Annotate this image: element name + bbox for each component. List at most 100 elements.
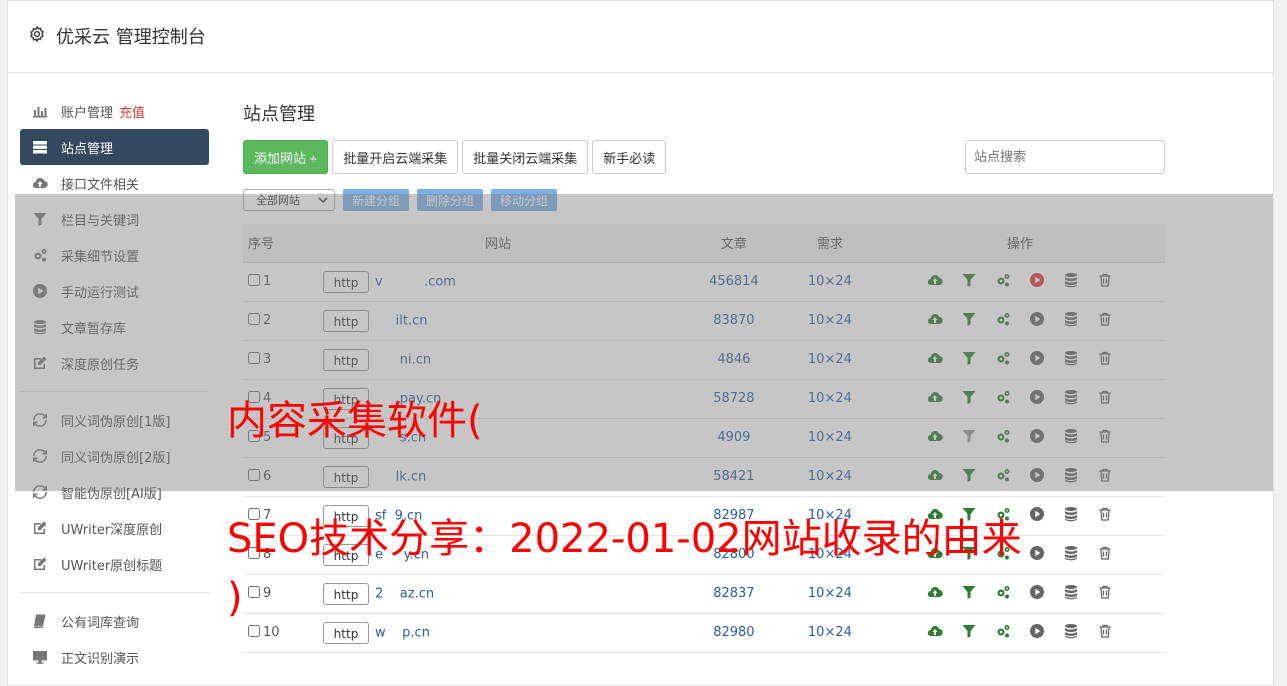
protocol-badge[interactable]: http xyxy=(323,270,369,293)
trash-icon[interactable] xyxy=(1097,350,1113,370)
row-checkbox[interactable] xyxy=(248,313,260,325)
row-checkbox[interactable] xyxy=(248,352,260,364)
cloud-upload-icon[interactable] xyxy=(927,428,943,448)
row-checkbox[interactable] xyxy=(248,469,260,481)
filter-icon[interactable] xyxy=(961,584,977,604)
database-icon[interactable] xyxy=(1063,467,1079,487)
row-checkbox[interactable] xyxy=(248,274,260,286)
trash-icon[interactable] xyxy=(1097,389,1113,409)
protocol-badge[interactable]: http xyxy=(323,309,369,332)
play-circle-icon[interactable] xyxy=(1029,506,1045,526)
cloud-upload-icon[interactable] xyxy=(927,584,943,604)
articles-count-link[interactable]: 4909 xyxy=(717,430,750,445)
demand-link[interactable]: 10×24 xyxy=(808,391,852,406)
batch-open-cloud-button[interactable]: 批量开启云端采集 xyxy=(332,140,459,174)
sidebar-item-a-6[interactable]: 文章暂存库 xyxy=(20,309,209,345)
sidebar-item-a-5[interactable]: 手动运行测试 xyxy=(20,273,209,309)
sidebar-item-b-2[interactable]: 智能伪原创[AI版] xyxy=(20,474,209,510)
database-icon[interactable] xyxy=(1063,584,1079,604)
delete-group-button[interactable]: 删除分组 xyxy=(417,189,484,211)
sidebar-item-b-4[interactable]: UWriter原创标题 xyxy=(20,546,209,582)
gears-icon[interactable] xyxy=(995,428,1011,448)
gears-icon[interactable] xyxy=(995,467,1011,487)
sidebar-item-c-0[interactable]: 公有词库查询 xyxy=(20,603,209,639)
filter-icon[interactable] xyxy=(961,428,977,448)
database-icon[interactable] xyxy=(1063,311,1079,331)
protocol-badge[interactable]: http xyxy=(323,348,369,371)
sidebar-item-b-1[interactable]: 同义词伪原创[2版] xyxy=(20,438,209,474)
trash-icon[interactable] xyxy=(1097,506,1113,526)
sidebar-item-a-0[interactable]: 账户管理 充值 xyxy=(20,93,209,129)
cloud-upload-icon[interactable] xyxy=(927,623,943,643)
sidebar-item-a-3[interactable]: 栏目与关键词 xyxy=(20,201,209,237)
site-link[interactable]: lk.cn xyxy=(375,469,427,484)
filter-icon[interactable] xyxy=(961,311,977,331)
gears-icon[interactable] xyxy=(995,389,1011,409)
trash-icon[interactable] xyxy=(1097,584,1113,604)
sidebar-item-a-2[interactable]: 接口文件相关 xyxy=(20,165,209,201)
articles-count-link[interactable]: 4846 xyxy=(717,352,750,367)
app-brand[interactable]: 优采云 管理控制台 xyxy=(28,23,206,49)
site-search-input[interactable] xyxy=(965,140,1165,174)
database-icon[interactable] xyxy=(1063,545,1079,565)
trash-icon[interactable] xyxy=(1097,428,1113,448)
protocol-badge[interactable]: http xyxy=(323,621,369,644)
site-link[interactable]: ilt.cn xyxy=(375,313,428,328)
articles-count-link[interactable]: 82837 xyxy=(713,586,754,601)
gears-icon[interactable] xyxy=(995,350,1011,370)
demand-link[interactable]: 10×24 xyxy=(808,430,852,445)
filter-icon[interactable] xyxy=(961,623,977,643)
trash-icon[interactable] xyxy=(1097,623,1113,643)
play-circle-icon[interactable] xyxy=(1029,545,1045,565)
protocol-badge[interactable]: http xyxy=(323,582,369,605)
database-icon[interactable] xyxy=(1063,623,1079,643)
play-circle-icon[interactable] xyxy=(1029,467,1045,487)
recharge-link[interactable]: 充值 xyxy=(119,102,145,121)
gears-icon[interactable] xyxy=(995,311,1011,331)
filter-icon[interactable] xyxy=(961,467,977,487)
database-icon[interactable] xyxy=(1063,506,1079,526)
trash-icon[interactable] xyxy=(1097,545,1113,565)
play-circle-icon[interactable] xyxy=(1029,428,1045,448)
cloud-upload-icon[interactable] xyxy=(927,311,943,331)
gears-icon[interactable] xyxy=(995,272,1011,292)
database-icon[interactable] xyxy=(1063,389,1079,409)
cloud-upload-icon[interactable] xyxy=(927,350,943,370)
add-site-button[interactable]: 添加网站 + xyxy=(243,140,329,174)
articles-count-link[interactable]: 58421 xyxy=(713,469,754,484)
site-link[interactable]: v .com xyxy=(375,274,456,289)
batch-close-cloud-button[interactable]: 批量关闭云端采集 xyxy=(462,140,589,174)
sidebar-item-a-7[interactable]: 深度原创任务 xyxy=(20,345,209,381)
site-link[interactable]: ni.cn xyxy=(375,352,431,367)
filter-icon[interactable] xyxy=(961,350,977,370)
play-circle-icon[interactable] xyxy=(1029,311,1045,331)
demand-link[interactable]: 10×24 xyxy=(808,352,852,367)
cloud-upload-icon[interactable] xyxy=(927,389,943,409)
gears-icon[interactable] xyxy=(995,623,1011,643)
demand-link[interactable]: 10×24 xyxy=(808,469,852,484)
trash-icon[interactable] xyxy=(1097,272,1113,292)
filter-icon[interactable] xyxy=(961,272,977,292)
trash-icon[interactable] xyxy=(1097,467,1113,487)
demand-link[interactable]: 10×24 xyxy=(808,274,852,289)
site-link[interactable]: w p.cn xyxy=(375,625,430,640)
database-icon[interactable] xyxy=(1063,428,1079,448)
play-circle-icon[interactable] xyxy=(1029,584,1045,604)
filter-icon[interactable] xyxy=(961,389,977,409)
database-icon[interactable] xyxy=(1063,272,1079,292)
play-circle-icon[interactable] xyxy=(1029,623,1045,643)
row-checkbox[interactable] xyxy=(248,586,260,598)
sidebar-item-b-0[interactable]: 同义词伪原创[1版] xyxy=(20,402,209,438)
play-circle-icon[interactable] xyxy=(1029,389,1045,409)
cloud-upload-icon[interactable] xyxy=(927,272,943,292)
site-link[interactable]: 2 az.cn xyxy=(375,586,434,601)
database-icon[interactable] xyxy=(1063,350,1079,370)
row-checkbox[interactable] xyxy=(248,625,260,637)
play-circle-icon[interactable] xyxy=(1029,272,1045,292)
new-group-button[interactable]: 新建分组 xyxy=(343,189,410,211)
protocol-badge[interactable]: http xyxy=(323,465,369,488)
articles-count-link[interactable]: 83870 xyxy=(713,313,754,328)
move-group-button[interactable]: 移动分组 xyxy=(491,189,558,211)
demand-link[interactable]: 10×24 xyxy=(808,625,852,640)
demand-link[interactable]: 10×24 xyxy=(808,586,852,601)
